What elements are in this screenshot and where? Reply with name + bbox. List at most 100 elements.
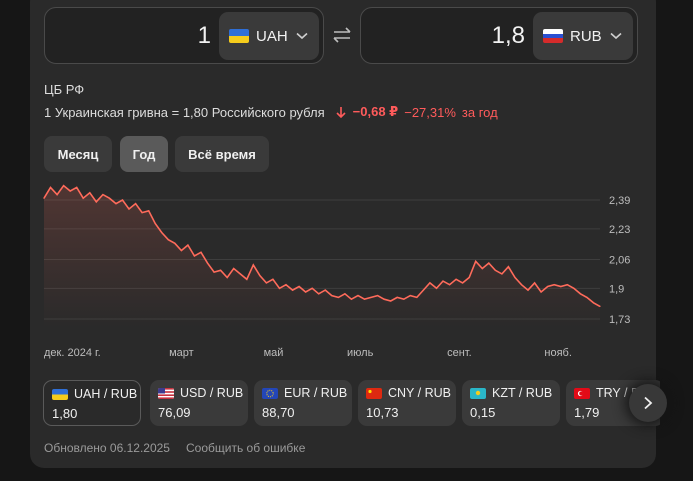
- period-year-button[interactable]: Год: [120, 136, 168, 172]
- pair-label: UAH / RUB: [74, 387, 138, 401]
- pair-usd-rub[interactable]: USD / RUB 76,09: [150, 380, 248, 426]
- chart-point: [488, 262, 490, 264]
- chart-point: [442, 280, 444, 282]
- y-tick-label: 2,06: [609, 255, 630, 267]
- chevron-down-icon: [610, 27, 622, 45]
- chart-point: [435, 287, 438, 289]
- rate-change-period: за год: [461, 104, 498, 120]
- chart-point: [82, 197, 84, 199]
- x-tick-label: март: [169, 347, 194, 359]
- chart-point: [527, 289, 529, 291]
- chart-point: [56, 194, 58, 196]
- chart-point: [429, 282, 431, 284]
- chart-point: [520, 284, 523, 286]
- chart-point: [167, 239, 169, 241]
- chart-point: [363, 298, 366, 300]
- y-tick-label: 2,39: [609, 195, 630, 207]
- y-tick-label: 1,73: [609, 314, 630, 326]
- currency-pairs-strip: UAH / RUB 1,80 USD / RUB 76,09 EUR / RUB…: [40, 370, 660, 436]
- chart-point: [239, 273, 241, 275]
- chart-point: [272, 278, 274, 280]
- to-currency-code: RUB: [570, 27, 602, 45]
- chart-point: [468, 276, 470, 279]
- from-currency-code: UAH: [256, 27, 288, 45]
- chart-point: [514, 276, 516, 279]
- rate-text: 1 Украинская гривна = 1,80 Российского р…: [44, 104, 325, 120]
- chart-point: [383, 298, 385, 300]
- chart-point: [390, 300, 392, 302]
- chart-point: [154, 222, 156, 225]
- chart-point: [501, 273, 503, 275]
- chart-point: [337, 296, 339, 298]
- chart-point: [560, 285, 562, 288]
- chart-point: [108, 197, 111, 199]
- from-amount-field[interactable]: 1 UAH: [44, 7, 324, 64]
- chart-point: [553, 284, 555, 286]
- arrow-down-icon: [336, 106, 346, 118]
- pair-label: USD / RUB: [180, 386, 244, 400]
- pair-label: EUR / RUB: [284, 386, 348, 400]
- chart-point: [422, 289, 424, 291]
- from-currency-select[interactable]: UAH: [219, 12, 319, 60]
- to-amount-field[interactable]: 1,8 RUB: [360, 7, 638, 64]
- pair-label: CNY / RUB: [388, 386, 451, 400]
- to-amount-value[interactable]: 1,8: [492, 22, 525, 50]
- rate-chart[interactable]: 2,39 2,23 2,06 1,9 1,73 дек. 2024 г. март май и…: [40, 180, 640, 365]
- chart-point: [566, 284, 568, 286]
- chart-point: [265, 282, 267, 284]
- chart-point: [220, 269, 222, 271]
- ukraine-flag-icon: [229, 29, 249, 43]
- chart-point: [324, 289, 326, 291]
- ukraine-flag-icon: [52, 388, 68, 400]
- chart-point: [193, 255, 196, 257]
- y-tick-label: 1,9: [609, 283, 624, 295]
- x-tick-label: июль: [347, 347, 374, 359]
- chart-point: [69, 190, 71, 192]
- period-month-button[interactable]: Месяц: [44, 136, 112, 172]
- pair-uah-rub[interactable]: UAH / RUB 1,80: [43, 380, 141, 426]
- chart-point: [43, 197, 45, 199]
- updated-date: Обновлено 06.12.2025: [44, 441, 170, 455]
- chart-point: [95, 201, 97, 203]
- chart-point: [540, 291, 542, 293]
- rate-change-abs: −0,68 ₽: [352, 104, 399, 119]
- pair-kzt-rub[interactable]: KZT / RUB 0,15: [462, 380, 560, 426]
- chart-point: [416, 296, 418, 298]
- chart-point: [298, 285, 300, 288]
- chart-point: [331, 294, 333, 297]
- swap-arrows-icon[interactable]: [331, 25, 353, 45]
- x-tick-label: нояб.: [544, 347, 572, 359]
- pair-cny-rub[interactable]: CNY / RUB 10,73: [358, 380, 456, 426]
- to-currency-select[interactable]: RUB: [533, 12, 633, 60]
- next-pairs-button[interactable]: [629, 384, 667, 422]
- pair-value: 76,09: [158, 405, 191, 420]
- chart-point: [259, 275, 261, 277]
- report-error-link[interactable]: Сообщить об ошибке: [186, 441, 305, 455]
- rate-source: ЦБ РФ: [44, 82, 85, 97]
- chart-point: [174, 242, 176, 244]
- chart-point: [252, 264, 254, 266]
- kazakhstan-flag-icon: [470, 387, 486, 399]
- pair-value: 88,70: [262, 405, 295, 420]
- chevron-right-icon: [644, 396, 653, 410]
- chart-point: [278, 287, 281, 289]
- chart-point: [49, 186, 52, 189]
- chart-point: [370, 296, 372, 298]
- period-all-time-button[interactable]: Всё время: [175, 136, 269, 172]
- chart-point: [187, 244, 189, 246]
- chart-point: [161, 231, 163, 234]
- chart-point: [448, 284, 451, 286]
- chart-point: [318, 293, 320, 295]
- pair-label: KZT / RUB: [492, 386, 553, 400]
- rate-change: −0,68 ₽ −27,31% за год: [335, 104, 498, 120]
- chart-point: [475, 260, 477, 262]
- turkey-flag-icon: [574, 387, 590, 399]
- chart-point: [586, 296, 588, 298]
- chevron-down-icon: [296, 27, 308, 45]
- pair-eur-rub[interactable]: EUR / RUB 88,70: [254, 380, 352, 426]
- chart-point: [377, 294, 379, 297]
- from-amount-value[interactable]: 1: [198, 22, 211, 50]
- chart-point: [481, 267, 483, 270]
- chart-point: [233, 267, 235, 270]
- chart-point: [396, 296, 398, 298]
